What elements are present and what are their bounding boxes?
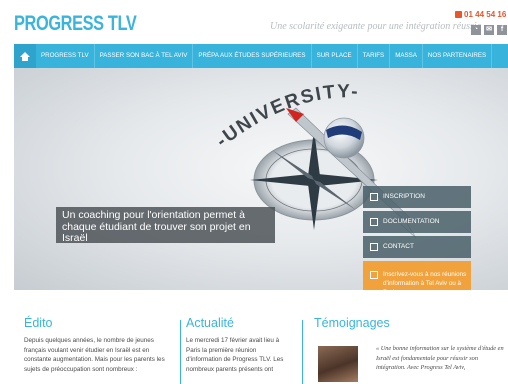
nav-item-partenaires[interactable]: NOS PARTENAIRES bbox=[423, 44, 493, 68]
documentation-label: DOCUMENTATION bbox=[383, 218, 440, 225]
home-icon bbox=[20, 51, 30, 61]
contact-button[interactable]: CONTACT bbox=[363, 236, 471, 258]
social-links: ◔ ✉ f bbox=[471, 25, 507, 35]
nav-item-progress-tlv[interactable]: PROGRESS TLV bbox=[36, 44, 95, 68]
contact-label: CONTACT bbox=[383, 243, 414, 250]
column-divider bbox=[302, 320, 303, 384]
nav-item-massa[interactable]: MASSA bbox=[390, 44, 423, 68]
hero-caption: Un coaching pour l'orientation permet à … bbox=[56, 207, 275, 244]
temoignages-title: Témoignages bbox=[314, 316, 390, 330]
testimonial-photo bbox=[318, 346, 358, 382]
main-nav: PROGRESS TLV PASSER SON BAC À TEL AVIV P… bbox=[14, 44, 508, 68]
inscription-button[interactable]: INSCRIPTION bbox=[363, 186, 471, 208]
documentation-button[interactable]: DOCUMENTATION bbox=[363, 211, 471, 233]
actualite-title: Actualité bbox=[186, 316, 234, 330]
testimonial-quote: « Une bonne information sur le système d… bbox=[376, 345, 504, 371]
edit-icon bbox=[370, 193, 378, 201]
temoignages-column: Témoignages « Une bonne information sur … bbox=[314, 316, 508, 382]
content-section: Édito Depuis quelques années, le nombre … bbox=[14, 290, 508, 384]
nav-home-button[interactable] bbox=[14, 44, 36, 68]
edito-column: Édito Depuis quelques années, le nombre … bbox=[24, 316, 174, 374]
inscription-label: INSCRIPTION bbox=[383, 193, 425, 200]
nav-item-tarifs[interactable]: TARIFS bbox=[358, 44, 391, 68]
phone-number[interactable]: 01 44 54 16 00 bbox=[455, 10, 508, 19]
site-header: PROGRESS TLV Une scolarité exigeante pou… bbox=[0, 0, 508, 44]
site-tagline: Une scolarité exigeante pour une intégra… bbox=[270, 21, 482, 32]
envelope-icon bbox=[370, 243, 378, 251]
actualite-column: Actualité Le mercredi 17 février avait l… bbox=[186, 316, 291, 374]
meetings-signup-label: Inscrivez-vous à nos réunions d'informat… bbox=[383, 271, 467, 290]
facebook-icon[interactable]: f bbox=[497, 25, 507, 35]
edito-text: Depuis quelques années, le nombre de jeu… bbox=[24, 337, 165, 373]
document-icon bbox=[370, 218, 378, 226]
nav-item-bac-tel-aviv[interactable]: PASSER SON BAC À TEL AVIV bbox=[95, 44, 194, 68]
meetings-signup-button[interactable]: Inscrivez-vous à nos réunions d'informat… bbox=[363, 261, 471, 290]
rss-icon[interactable]: ◔ bbox=[471, 25, 481, 35]
hero-side-menu: INSCRIPTION DOCUMENTATION CONTACT Inscri… bbox=[363, 186, 471, 290]
edito-title: Édito bbox=[24, 316, 53, 330]
phone-icon bbox=[455, 11, 462, 18]
mail-icon[interactable]: ✉ bbox=[484, 25, 494, 35]
hero-banner: -UNIVERSITY- Un coaching pour l'orientat… bbox=[14, 68, 508, 290]
nav-item-sur-place[interactable]: SUR PLACE bbox=[312, 44, 358, 68]
phone-number-text: 01 44 54 16 00 bbox=[464, 10, 508, 19]
site-logo[interactable]: PROGRESS TLV bbox=[14, 12, 137, 36]
column-divider bbox=[180, 320, 181, 384]
actualite-text: Le mercredi 17 février avait lieu à Pari… bbox=[186, 337, 284, 373]
edit-icon bbox=[370, 271, 378, 279]
nav-item-prepa[interactable]: PRÉPA AUX ÉTUDES SUPÉRIEURES bbox=[193, 44, 312, 68]
